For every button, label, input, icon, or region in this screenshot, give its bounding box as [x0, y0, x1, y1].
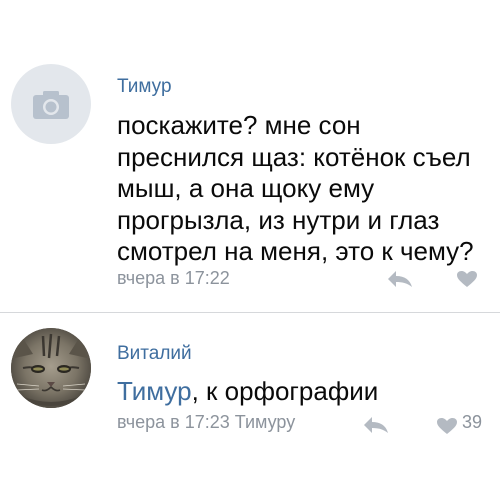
- comment-1: Тимур поскажите? мне сон преснился щаз: …: [0, 0, 500, 312]
- comment-2: Виталий Тимур, к орфографии вчера в 17:2…: [0, 313, 500, 500]
- author-name[interactable]: Тимур: [117, 76, 172, 98]
- comment-timestamp[interactable]: вчера в 17:23: [117, 412, 230, 432]
- like-count: 39: [462, 412, 483, 432]
- comment-text: поскажите? мне сон преснился щаз: котёно…: [117, 110, 474, 266]
- reply-target[interactable]: Тимуру: [235, 412, 295, 432]
- avatar[interactable]: [11, 328, 91, 408]
- cat-photo: [11, 328, 91, 408]
- comment-text-body: , к орфографии: [191, 376, 379, 406]
- heart-icon[interactable]: [456, 270, 478, 288]
- heart-icon[interactable]: [436, 417, 458, 435]
- comment-timestamp[interactable]: вчера в 17:22: [117, 268, 230, 289]
- reply-icon[interactable]: [387, 270, 413, 288]
- camera-icon: [33, 91, 69, 119]
- reply-mention-link[interactable]: Тимур: [117, 376, 192, 406]
- reply-icon[interactable]: [363, 416, 389, 434]
- avatar-placeholder[interactable]: [11, 64, 91, 144]
- comment-meta: вчера в 17:23 Тимуру: [117, 412, 295, 433]
- author-name[interactable]: Виталий: [117, 343, 192, 365]
- comment-text: Тимур, к орфографии: [117, 376, 487, 408]
